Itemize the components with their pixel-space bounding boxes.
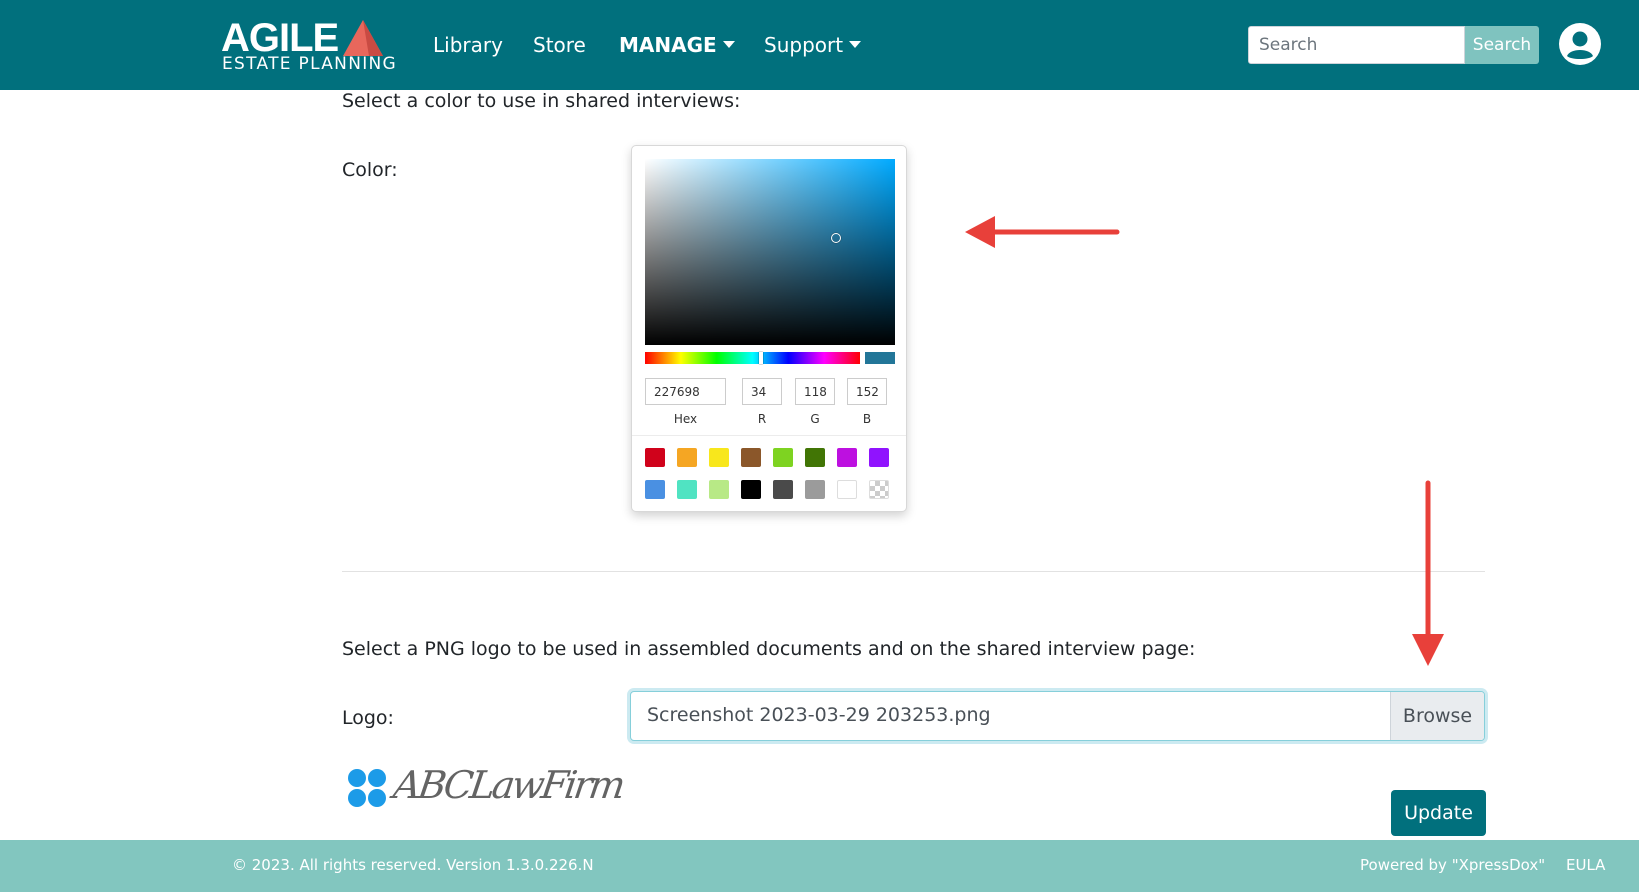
swatch-yellow[interactable] — [709, 448, 729, 467]
blue-label: B — [862, 412, 872, 426]
chevron-down-icon — [849, 41, 862, 48]
saturation-value-area[interactable] — [645, 159, 895, 345]
swatch-blue[interactable] — [645, 480, 665, 499]
user-account-icon[interactable] — [1559, 23, 1601, 65]
swatch-gray[interactable] — [805, 480, 825, 499]
color-preview — [865, 352, 895, 364]
color-field-label: Color: — [342, 159, 398, 181]
swatch-light-green[interactable] — [773, 448, 793, 467]
search-input[interactable] — [1248, 26, 1465, 64]
green-input[interactable] — [795, 378, 835, 405]
swatch-teal[interactable] — [677, 480, 697, 499]
brand-triangle-icon — [343, 20, 383, 56]
logo-preview-image: ABCLawFirm — [348, 763, 625, 817]
swatch-transparent[interactable] — [869, 480, 889, 499]
color-picker-panel: Hex R G B — [631, 145, 907, 512]
search-form: Search — [1248, 26, 1539, 64]
section-divider — [342, 571, 1485, 572]
swatch-brown[interactable] — [741, 448, 761, 467]
red-input[interactable] — [742, 378, 782, 405]
nav-library[interactable]: Library — [433, 32, 503, 58]
swatch-pale-green[interactable] — [709, 480, 729, 499]
nav-manage-label: MANAGE — [619, 33, 717, 57]
annotation-arrow-down-icon — [1412, 480, 1444, 666]
logo-preview-dots-icon — [348, 769, 388, 809]
color-instruction: Select a color to use in shared intervie… — [342, 90, 741, 112]
green-label: G — [810, 412, 820, 426]
logo-file-input[interactable]: Screenshot 2023-03-29 203253.png Browse — [630, 691, 1485, 741]
hex-input[interactable] — [645, 378, 726, 405]
hex-label: Hex — [673, 412, 698, 426]
saturation-handle[interactable] — [831, 233, 841, 243]
nav-support-label: Support — [764, 33, 844, 57]
swatch-magenta[interactable] — [837, 448, 857, 467]
nav-store[interactable]: Store — [533, 32, 586, 58]
brand-logo[interactable]: AGILE ESTATE PLANNING — [221, 16, 396, 76]
browse-button[interactable]: Browse — [1390, 692, 1484, 740]
footer-eula-link[interactable]: EULA — [1566, 856, 1605, 874]
search-button[interactable]: Search — [1465, 26, 1539, 64]
footer-powered-by-link[interactable]: Powered by "XpressDox" — [1360, 856, 1545, 874]
update-button[interactable]: Update — [1391, 790, 1486, 836]
annotation-arrow-left-icon — [965, 216, 1120, 248]
nav-support-dropdown[interactable]: Support — [764, 32, 862, 58]
hue-slider-handle[interactable] — [759, 352, 763, 364]
nav-manage-dropdown[interactable]: MANAGE — [619, 32, 735, 58]
chevron-down-icon — [722, 41, 735, 48]
swatch-white[interactable] — [837, 480, 857, 499]
footer-copyright: © 2023. All rights reserved. Version 1.3… — [232, 856, 594, 874]
logo-instruction: Select a PNG logo to be used in assemble… — [342, 638, 1196, 660]
top-navbar: AGILE ESTATE PLANNING Library Store MANA… — [0, 0, 1639, 90]
swatch-orange[interactable] — [677, 448, 697, 467]
swatch-dark-green[interactable] — [805, 448, 825, 467]
swatch-purple[interactable] — [869, 448, 889, 467]
swatch-red[interactable] — [645, 448, 665, 467]
swatch-divider — [632, 435, 906, 436]
selected-file-name: Screenshot 2023-03-29 203253.png — [647, 704, 991, 726]
red-label: R — [757, 412, 767, 426]
brand-tagline: ESTATE PLANNING — [222, 54, 398, 74]
hue-slider[interactable] — [645, 352, 860, 364]
footer: © 2023. All rights reserved. Version 1.3… — [0, 840, 1639, 892]
swatch-black[interactable] — [741, 480, 761, 499]
swatch-dark-gray[interactable] — [773, 480, 793, 499]
logo-preview-text: ABCLawFirm — [390, 763, 626, 807]
blue-input[interactable] — [847, 378, 887, 405]
logo-field-label: Logo: — [342, 707, 394, 729]
